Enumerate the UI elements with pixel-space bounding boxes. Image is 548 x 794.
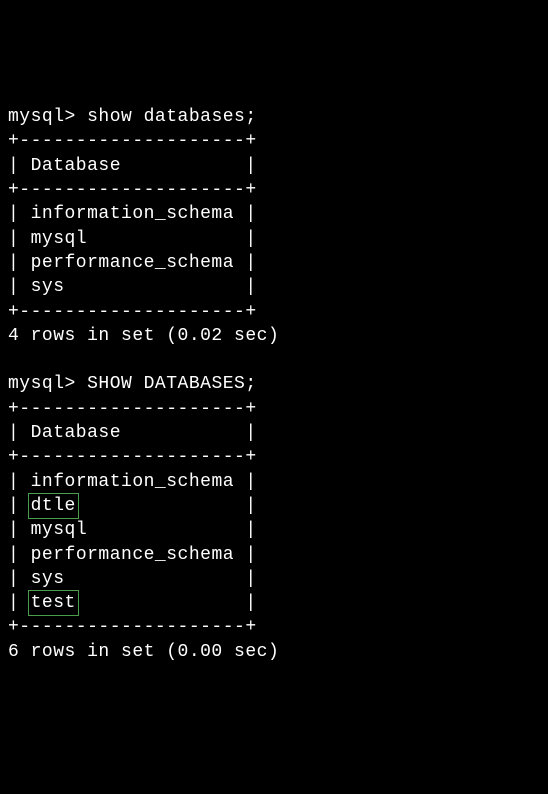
table-border: +--------------------+	[8, 447, 257, 467]
result-summary: 4 rows in set (0.02 sec)	[8, 326, 279, 346]
sql-command: SHOW DATABASES;	[87, 374, 257, 394]
table-row: | information_schema |	[8, 472, 257, 492]
result-summary: 6 rows in set (0.00 sec)	[8, 642, 279, 662]
table-row: | test |	[8, 593, 257, 613]
table-row: | mysql |	[8, 229, 257, 249]
table-row: | performance_schema |	[8, 253, 257, 273]
table-row: | performance_schema |	[8, 545, 257, 565]
mysql-prompt: mysql>	[8, 374, 76, 394]
sql-command: show databases;	[87, 107, 257, 127]
db-name: mysql	[31, 520, 88, 540]
table-row: | sys |	[8, 277, 257, 297]
db-name-highlighted: test	[28, 590, 79, 616]
table-border: +--------------------+	[8, 617, 257, 637]
table-border: +--------------------+	[8, 131, 257, 151]
table-row: | information_schema |	[8, 204, 257, 224]
table-header: | Database |	[8, 423, 257, 443]
db-name: sys	[31, 569, 65, 589]
db-name-highlighted: dtle	[28, 493, 79, 519]
terminal-output: mysql> show databases; +----------------…	[8, 105, 540, 664]
mysql-prompt: mysql>	[8, 107, 76, 127]
table-header: | Database |	[8, 156, 257, 176]
table-row: | mysql |	[8, 520, 257, 540]
db-name: performance_schema	[31, 545, 234, 565]
db-name: information_schema	[31, 472, 234, 492]
table-border: +--------------------+	[8, 302, 257, 322]
table-border: +--------------------+	[8, 399, 257, 419]
table-row: | sys |	[8, 569, 257, 589]
table-row: | dtle |	[8, 496, 257, 516]
table-border: +--------------------+	[8, 180, 257, 200]
